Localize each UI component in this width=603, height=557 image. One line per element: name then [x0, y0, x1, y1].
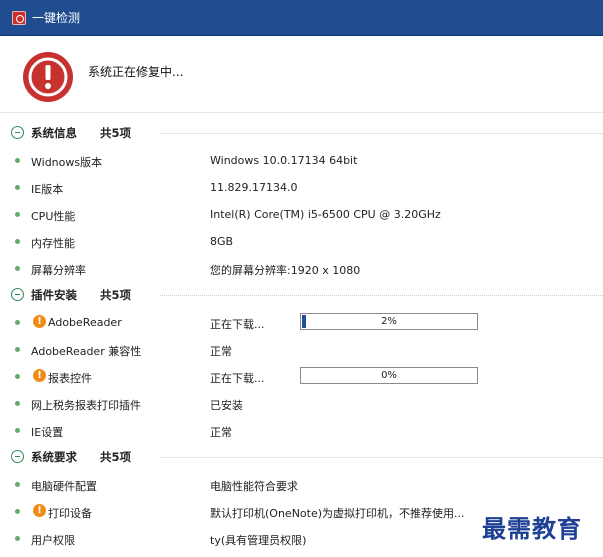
- collapse-icon[interactable]: [11, 126, 24, 139]
- item-label: 打印设备: [48, 507, 92, 520]
- item-label: 网上税务报表打印插件: [31, 399, 141, 412]
- bullet-icon: [10, 185, 24, 190]
- item-value: 正常: [210, 426, 232, 439]
- bullet-icon: [10, 509, 24, 514]
- list-item: CPU性能 Intel(R) Core(TM) i5-6500 CPU @ 3.2…: [0, 201, 603, 228]
- item-value: 电脑性能符合要求: [210, 480, 298, 493]
- warning-icon: !: [33, 369, 46, 382]
- section-header: 插件安装 共5项: [0, 282, 603, 309]
- item-label: IE版本: [31, 183, 64, 196]
- list-item: ! AdobeReader 正在下载... 2%: [0, 309, 603, 336]
- item-value: 正在下载...: [210, 318, 265, 331]
- section-title: 插件安装: [31, 288, 77, 302]
- check-list: 系统信息 共5项 Widnows版本 Windows 10.0.17134 64bit…: [0, 120, 603, 552]
- list-item: ! 报表控件 正在下载... 0%: [0, 363, 603, 390]
- item-value: 正常: [210, 345, 232, 358]
- item-label: 用户权限: [31, 534, 75, 547]
- list-item: Widnows版本 Windows 10.0.17134 64bit: [0, 147, 603, 174]
- section-rule: [160, 295, 603, 296]
- bullet-icon: [10, 212, 24, 217]
- app-logo-icon: [12, 10, 26, 25]
- section-count: 共5项: [100, 126, 132, 140]
- item-value: 11.829.17134.0: [210, 181, 298, 194]
- bullet-icon: [10, 320, 24, 325]
- status-panel: 系统正在修复中...: [0, 37, 603, 107]
- item-value: 已安装: [210, 399, 243, 412]
- bullet-icon: [10, 428, 24, 433]
- item-value: 8GB: [210, 235, 234, 248]
- status-message: 系统正在修复中...: [88, 65, 184, 79]
- section-title: 系统信息: [31, 126, 77, 140]
- list-item: 电脑硬件配置 电脑性能符合要求: [0, 471, 603, 498]
- item-value: 正在下载...: [210, 372, 265, 385]
- section-rule: [160, 133, 603, 134]
- bullet-icon: [10, 482, 24, 487]
- list-item: 屏幕分辨率 您的屏幕分辨率:1920 x 1080: [0, 255, 603, 282]
- alert-icon: [23, 52, 73, 102]
- bullet-icon: [10, 536, 24, 541]
- download-progress-bar: 2%: [300, 313, 478, 330]
- bullet-icon: [10, 347, 24, 352]
- item-label: IE设置: [31, 426, 64, 439]
- collapse-icon[interactable]: [11, 288, 24, 301]
- item-label: AdobeReader 兼容性: [31, 345, 142, 358]
- list-item: 内存性能 8GB: [0, 228, 603, 255]
- item-value: Windows 10.0.17134 64bit: [210, 154, 358, 167]
- bullet-icon: [10, 374, 24, 379]
- progress-percent: 0%: [381, 370, 397, 381]
- item-label: AdobeReader: [48, 316, 122, 329]
- item-label: 屏幕分辨率: [31, 264, 86, 277]
- warning-icon: !: [33, 315, 46, 328]
- warning-icon: !: [33, 504, 46, 517]
- bullet-icon: [10, 401, 24, 406]
- item-label: 电脑硬件配置: [31, 480, 97, 493]
- divider: [0, 112, 603, 113]
- list-item: 网上税务报表打印插件 已安装: [0, 390, 603, 417]
- list-item: IE设置 正常: [0, 417, 603, 444]
- section-count: 共5项: [100, 450, 132, 464]
- item-label: 内存性能: [31, 237, 75, 250]
- bullet-icon: [10, 239, 24, 244]
- title-bar: 一键检测: [0, 0, 603, 36]
- download-progress-bar: 0%: [300, 367, 478, 384]
- bullet-icon: [10, 158, 24, 163]
- item-label: CPU性能: [31, 210, 76, 223]
- section-header: 系统信息 共5项: [0, 120, 603, 147]
- section-rule: [160, 457, 603, 458]
- bullet-icon: [10, 266, 24, 271]
- progress-percent: 2%: [381, 316, 397, 327]
- collapse-icon[interactable]: [11, 450, 24, 463]
- watermark: 最需教育: [482, 514, 582, 543]
- item-value: Intel(R) Core(TM) i5-6500 CPU @ 3.20GHz: [210, 208, 441, 221]
- section-count: 共5项: [100, 288, 132, 302]
- item-label: 报表控件: [48, 372, 92, 385]
- item-value: 您的屏幕分辨率:1920 x 1080: [210, 264, 361, 277]
- item-value: ty(具有管理员权限): [210, 534, 307, 547]
- item-label: Widnows版本: [31, 156, 103, 169]
- window-title: 一键检测: [32, 11, 81, 25]
- list-item: AdobeReader 兼容性 正常: [0, 336, 603, 363]
- section-header: 系统要求 共5项: [0, 444, 603, 471]
- item-value: 默认打印机(OneNote)为虚拟打印机，不推荐使用...: [210, 507, 465, 520]
- list-item: IE版本 11.829.17134.0: [0, 174, 603, 201]
- section-title: 系统要求: [31, 450, 77, 464]
